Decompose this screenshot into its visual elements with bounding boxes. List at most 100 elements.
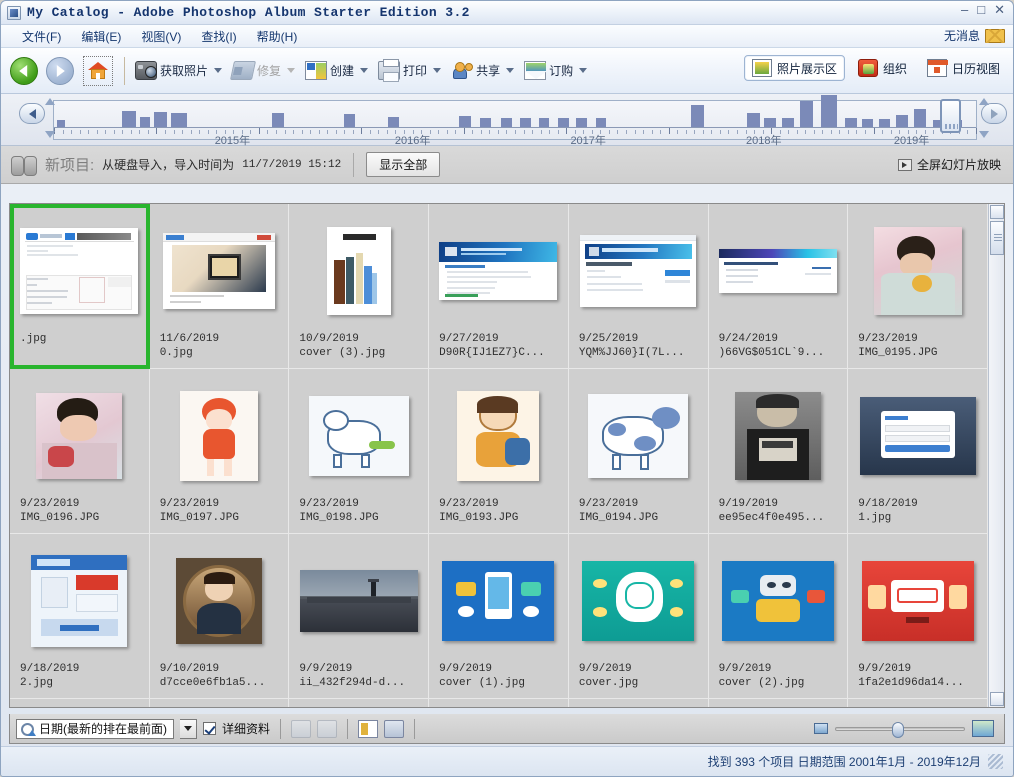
photo-cell[interactable]: 9/9/2019 ii_432f294d-d...: [289, 534, 429, 699]
scroll-up-button[interactable]: [990, 205, 1004, 219]
order-button[interactable]: 订购: [520, 58, 591, 83]
photo-cell-selected[interactable]: .jpg: [10, 204, 150, 369]
photo-thumbnail[interactable]: [176, 558, 262, 644]
photo-cell[interactable]: 9/18/2019 2.jpg: [10, 534, 150, 699]
photo-cell[interactable]: 9/19/2019 ee95ec4f0e495...: [709, 369, 849, 534]
photo-thumbnail[interactable]: [722, 561, 834, 641]
photo-thumbnail[interactable]: [874, 227, 962, 315]
rotate-right-icon[interactable]: [317, 720, 337, 738]
photo-cell[interactable]: [848, 699, 988, 707]
view-photo-gallery[interactable]: 照片展示区: [744, 55, 845, 81]
menu-item-view[interactable]: 视图(V): [132, 26, 190, 47]
repair-button[interactable]: 修复: [228, 58, 299, 83]
fullscreen-slideshow-button[interactable]: 全屏幻灯片放映: [898, 156, 1001, 173]
photo-cell[interactable]: 9/9/2019 cover.jpg: [569, 534, 709, 699]
photo-grid[interactable]: .jpg 11/6/2019 0.jpg 10/9/2019 cover (3).j…: [10, 204, 988, 707]
print-button[interactable]: 打印: [374, 58, 445, 83]
timeline-end-handle[interactable]: [979, 98, 989, 138]
photo-cell[interactable]: 9/9/2019 cover (2).jpg: [709, 534, 849, 699]
view-organize[interactable]: 组织: [851, 56, 914, 80]
message-status-area[interactable]: 无消息: [944, 27, 1005, 44]
grid-vertical-scrollbar[interactable]: [988, 204, 1004, 707]
details-checkbox[interactable]: [203, 722, 216, 735]
show-all-button[interactable]: 显示全部: [366, 152, 440, 177]
view-calendar[interactable]: 日历视图: [920, 56, 1007, 80]
photo-cell[interactable]: 9/18/2019 1.jpg: [848, 369, 988, 534]
menu-item-file[interactable]: 文件(F): [13, 26, 70, 47]
photo-cell[interactable]: 11/6/2019 0.jpg: [150, 204, 290, 369]
photo-thumbnail[interactable]: [20, 228, 138, 314]
zoom-small-icon[interactable]: [814, 723, 828, 734]
photo-cell[interactable]: 9/9/2019 1fa2e1d96da14...: [848, 534, 988, 699]
timeline-left-arrow-icon[interactable]: [19, 103, 45, 124]
menu-item-find[interactable]: 查找(I): [192, 26, 245, 47]
photo-cell[interactable]: 9/25/2019 YQM%JJ60}I(7L...: [569, 204, 709, 369]
get-photos-button[interactable]: 获取照片: [131, 58, 226, 83]
zoom-slider-knob[interactable]: [892, 722, 904, 738]
photo-thumbnail[interactable]: [457, 391, 539, 481]
photo-thumbnail[interactable]: [36, 393, 122, 479]
photo-cell[interactable]: 9/23/2019 IMG_0193.JPG: [429, 369, 569, 534]
forward-button[interactable]: [46, 57, 74, 85]
chevron-down-icon[interactable]: [506, 68, 514, 73]
chevron-down-icon[interactable]: [214, 68, 222, 73]
chevron-down-icon[interactable]: [433, 68, 441, 73]
photo-thumbnail[interactable]: [309, 396, 409, 476]
properties-icon[interactable]: [384, 720, 404, 738]
scroll-down-button[interactable]: [990, 692, 1004, 706]
tag-icon[interactable]: [358, 720, 378, 738]
photo-thumbnail[interactable]: [180, 391, 258, 481]
photo-cell[interactable]: [569, 699, 709, 707]
timeline-scrubber[interactable]: [940, 99, 961, 133]
chevron-down-icon[interactable]: [579, 68, 587, 73]
photo-cell[interactable]: [429, 699, 569, 707]
photo-cell[interactable]: 9/23/2019 IMG_0198.JPG: [289, 369, 429, 534]
photo-cell[interactable]: 9/10/2019 d7cce0e6fb1a5...: [150, 534, 290, 699]
timeline[interactable]: 2015年 2016年 2017年 2018年 2019年: [1, 94, 1013, 146]
photo-cell[interactable]: 9/9/2019 cover (1).jpg: [429, 534, 569, 699]
photo-thumbnail[interactable]: [588, 394, 688, 478]
photo-cell[interactable]: [289, 699, 429, 707]
photo-thumbnail[interactable]: [862, 561, 974, 641]
create-button[interactable]: 创建: [301, 58, 372, 83]
photo-thumbnail[interactable]: [439, 242, 557, 300]
photo-thumbnail[interactable]: [163, 233, 275, 309]
close-button[interactable]: ✕: [994, 4, 1005, 16]
menu-item-edit[interactable]: 编辑(E): [72, 26, 130, 47]
photo-cell[interactable]: 9/27/2019 D90R{IJ1EZ7}C...: [429, 204, 569, 369]
photo-cell[interactable]: [150, 699, 290, 707]
photo-thumbnail[interactable]: [442, 561, 554, 641]
photo-cell[interactable]: [10, 699, 150, 707]
maximize-button[interactable]: □: [977, 4, 985, 16]
sort-dropdown[interactable]: 日期(最新的排在最前面): [16, 719, 174, 739]
envelope-icon[interactable]: [985, 29, 1005, 43]
chevron-down-icon[interactable]: [287, 68, 295, 73]
photo-thumbnail[interactable]: [860, 397, 976, 475]
share-button[interactable]: 共享: [447, 58, 518, 83]
photo-cell[interactable]: 9/23/2019 IMG_0195.JPG: [848, 204, 988, 369]
zoom-large-icon[interactable]: [972, 720, 994, 737]
rotate-left-icon[interactable]: [291, 720, 311, 738]
photo-cell[interactable]: 9/24/2019)66VG$051CL`9...: [709, 204, 849, 369]
photo-thumbnail[interactable]: [327, 227, 391, 315]
photo-cell[interactable]: 9/23/2019 IMG_0196.JPG: [10, 369, 150, 534]
photo-thumbnail[interactable]: [300, 570, 418, 632]
resize-grip-icon[interactable]: [988, 754, 1003, 769]
photo-cell[interactable]: [709, 699, 849, 707]
scrollbar-thumb[interactable]: [990, 221, 1004, 255]
chevron-down-icon[interactable]: [360, 68, 368, 73]
photo-cell[interactable]: 10/9/2019 cover (3).jpg: [289, 204, 429, 369]
photo-thumbnail[interactable]: [582, 561, 694, 641]
zoom-slider[interactable]: [835, 727, 965, 731]
photo-thumbnail[interactable]: [719, 249, 837, 293]
photo-thumbnail[interactable]: [580, 235, 696, 307]
menu-item-help[interactable]: 帮助(H): [248, 26, 307, 47]
photo-cell[interactable]: 9/23/2019 IMG_0197.JPG: [150, 369, 290, 534]
minimize-button[interactable]: –: [961, 4, 968, 16]
sort-dropdown-caret[interactable]: [180, 719, 197, 739]
photo-thumbnail[interactable]: [31, 555, 127, 647]
home-button[interactable]: [83, 56, 113, 86]
photo-cell[interactable]: 9/23/2019 IMG_0194.JPG: [569, 369, 709, 534]
photo-thumbnail[interactable]: [735, 392, 821, 480]
back-button[interactable]: [10, 57, 38, 85]
